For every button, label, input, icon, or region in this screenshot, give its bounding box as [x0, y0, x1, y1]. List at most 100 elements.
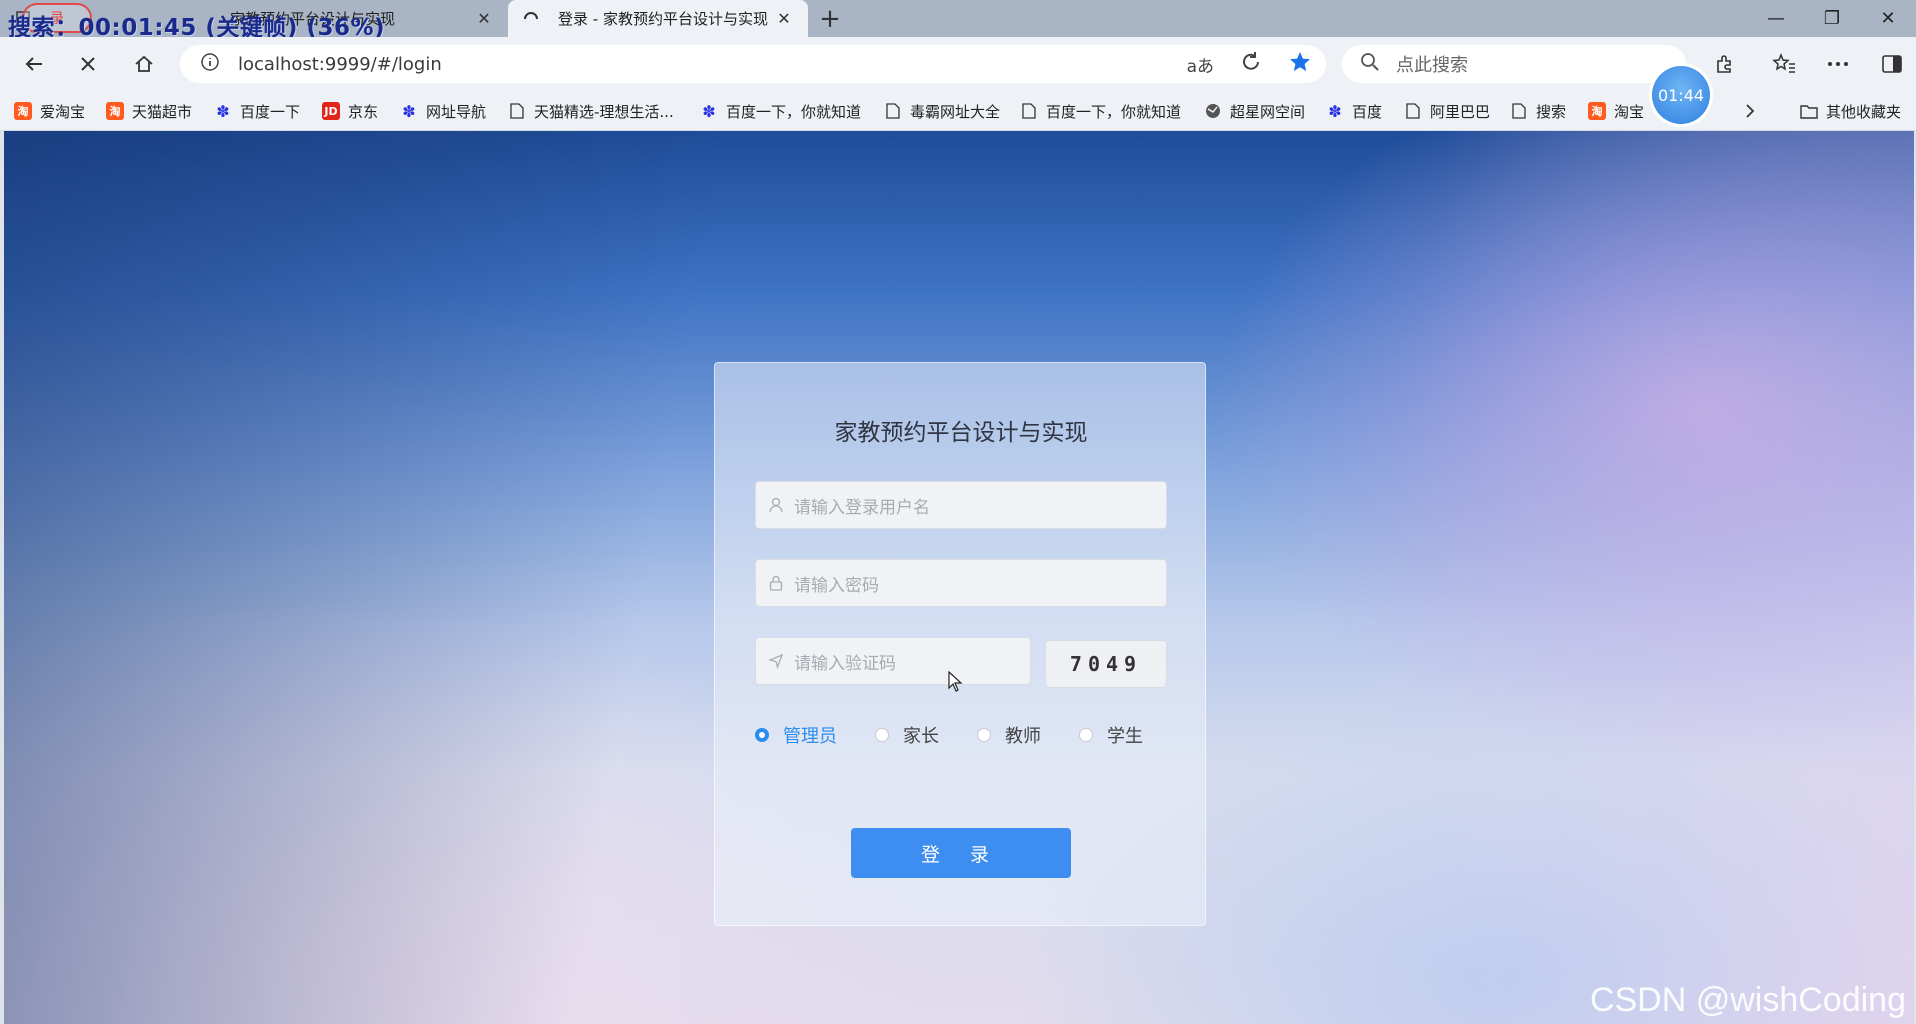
radio-unchecked [875, 728, 889, 742]
back-icon[interactable] [16, 46, 52, 82]
jd-icon: JD [322, 102, 340, 120]
bookmark-label: 百度一下，你就知道 [1046, 102, 1182, 121]
bookmark-label: 淘宝 [1614, 102, 1645, 121]
bookmark-label: 毒霸网址大全 [910, 102, 1001, 121]
close-window-icon[interactable]: ✕ [1860, 0, 1916, 37]
restore-icon[interactable]: ❐ [1804, 0, 1860, 37]
taobao-icon: 淘 [106, 102, 124, 120]
role-radio-teacher[interactable]: 教师 [977, 722, 1041, 748]
password-field[interactable]: 请输入密码 [755, 559, 1167, 607]
username-placeholder: 请输入登录用户名 [794, 497, 930, 518]
close-icon[interactable]: ✕ [474, 9, 494, 29]
sidebar-icon[interactable] [1874, 46, 1910, 82]
bookmark-label: 搜索 [1536, 102, 1567, 121]
loading-icon [522, 10, 540, 28]
bookmark-item[interactable]: JD 京东 [322, 91, 378, 131]
login-card: 家教预约平台设计与实现 请输入登录用户名 请输入密码 请输入验证码 7049 管… [714, 362, 1206, 926]
other-bookmarks[interactable]: 其他收藏夹 [1800, 91, 1901, 131]
page-icon [1020, 102, 1038, 120]
search-placeholder: 点此搜索 [1396, 55, 1468, 76]
bookmark-item[interactable]: 天猫精选-理想生活... [508, 91, 674, 131]
page-icon [508, 102, 526, 120]
login-button[interactable]: 登 录 [851, 828, 1071, 878]
bookmark-label: 百度一下 [240, 102, 301, 121]
other-bookmarks-label: 其他收藏夹 [1826, 102, 1902, 121]
minimize-icon[interactable]: — [1748, 0, 1804, 37]
extensions-icon[interactable] [1706, 46, 1742, 82]
taobao-icon: 淘 [14, 102, 32, 120]
role-radio-group: 管理员 家长 教师 学生 [755, 723, 1181, 747]
tab-title: 登录 - 家教预约平台设计与实现 [558, 10, 768, 28]
bookmark-label: 超星网空间 [1230, 102, 1306, 121]
translate-icon[interactable]: aあ [1187, 52, 1214, 77]
role-radio-student[interactable]: 学生 [1079, 722, 1143, 748]
username-field[interactable]: 请输入登录用户名 [755, 481, 1167, 529]
radio-unchecked [977, 728, 991, 742]
role-label: 教师 [1005, 726, 1041, 747]
role-label: 家长 [903, 726, 939, 747]
refresh-icon[interactable] [1240, 51, 1262, 77]
bookmark-label: 天猫超市 [132, 102, 193, 121]
radio-unchecked [1079, 728, 1093, 742]
location-arrow-icon [768, 653, 784, 669]
bookmark-item[interactable]: ✽ 网址导航 [400, 91, 486, 131]
new-tab-button[interactable]: + [808, 0, 852, 37]
chevron-right-icon[interactable] [1744, 91, 1756, 131]
baidu-icon: ✽ [702, 101, 716, 121]
bookmark-item[interactable]: 阿里巴巴 [1404, 91, 1490, 131]
bookmark-item[interactable]: 超星网空间 [1204, 91, 1305, 131]
favorites-icon[interactable] [1766, 46, 1802, 82]
bookmark-label: 爱淘宝 [40, 102, 86, 121]
login-page: 家教预约平台设计与实现 请输入登录用户名 请输入密码 请输入验证码 7049 管… [4, 131, 1914, 1024]
search-icon [1360, 52, 1380, 76]
bookmark-label: 百度 [1352, 102, 1383, 121]
bookmark-item[interactable]: 搜索 [1510, 91, 1566, 131]
bookmark-item[interactable]: ✽ 百度一下，你就知道 [700, 91, 861, 131]
taobao-icon: 淘 [1588, 102, 1606, 120]
bookmark-item[interactable]: 淘淘宝 [1588, 91, 1644, 131]
bookmarks-bar: 淘爱淘宝 淘天猫超市 ✽ 百度一下 JD 京东 ✽ 网址导航 天猫精选-理想生活...… [0, 91, 1916, 131]
bookmark-label: 百度一下，你就知道 [726, 102, 862, 121]
bookmark-item[interactable]: 毒霸网址大全 [884, 91, 1000, 131]
home-icon[interactable] [126, 46, 162, 82]
search-box[interactable]: 点此搜索 [1342, 45, 1686, 83]
info-icon[interactable] [200, 52, 220, 76]
user-icon [768, 497, 784, 513]
more-icon[interactable] [1820, 46, 1856, 82]
role-label: 学生 [1107, 726, 1143, 747]
browser-toolbar: localhost:9999/#/login aあ 点此搜索 [0, 37, 1916, 91]
captcha-image[interactable]: 7049 [1045, 640, 1167, 688]
role-label: 管理员 [783, 726, 837, 747]
page-icon [1404, 102, 1422, 120]
password-placeholder: 请输入密码 [794, 575, 879, 596]
globe-icon [1204, 102, 1222, 120]
page-icon [884, 102, 902, 120]
bookmark-label: 京东 [348, 102, 379, 121]
bookmark-label: 网址导航 [426, 102, 487, 121]
baidu-icon: ✽ [402, 101, 416, 121]
role-radio-admin[interactable]: 管理员 [755, 722, 837, 748]
bookmark-item[interactable]: 淘爱淘宝 [14, 91, 85, 131]
baidu-icon: ✽ [1328, 101, 1342, 121]
tab-2[interactable]: 登录 - 家教预约平台设计与实现 ✕ [508, 0, 808, 37]
bookmark-label: 阿里巴巴 [1430, 102, 1491, 121]
stop-icon[interactable] [70, 46, 106, 82]
bookmark-item[interactable]: ✽ 百度一下 [214, 91, 300, 131]
baidu-icon: ✽ [216, 101, 230, 121]
page-title: 家教预约平台设计与实现 [834, 420, 1088, 446]
close-icon[interactable]: ✕ [774, 9, 794, 29]
bookmark-item[interactable]: 淘天猫超市 [106, 91, 192, 131]
radio-checked [755, 728, 769, 742]
role-radio-parent[interactable]: 家长 [875, 722, 939, 748]
favorite-star-icon[interactable] [1288, 50, 1312, 78]
bookmark-item[interactable]: 百度一下，你就知道 [1020, 91, 1181, 131]
folder-icon [1800, 102, 1818, 120]
recording-timer: 01:44 [1652, 66, 1710, 124]
url-text: localhost:9999/#/login [238, 53, 442, 75]
watermark: CSDN @wishCoding [1589, 981, 1906, 1019]
page-icon [1510, 102, 1528, 120]
captcha-field[interactable]: 请输入验证码 [755, 637, 1031, 685]
address-bar[interactable]: localhost:9999/#/login aあ [180, 45, 1326, 83]
bookmark-item[interactable]: ✽ 百度 [1326, 91, 1382, 131]
lock-icon [768, 575, 784, 591]
